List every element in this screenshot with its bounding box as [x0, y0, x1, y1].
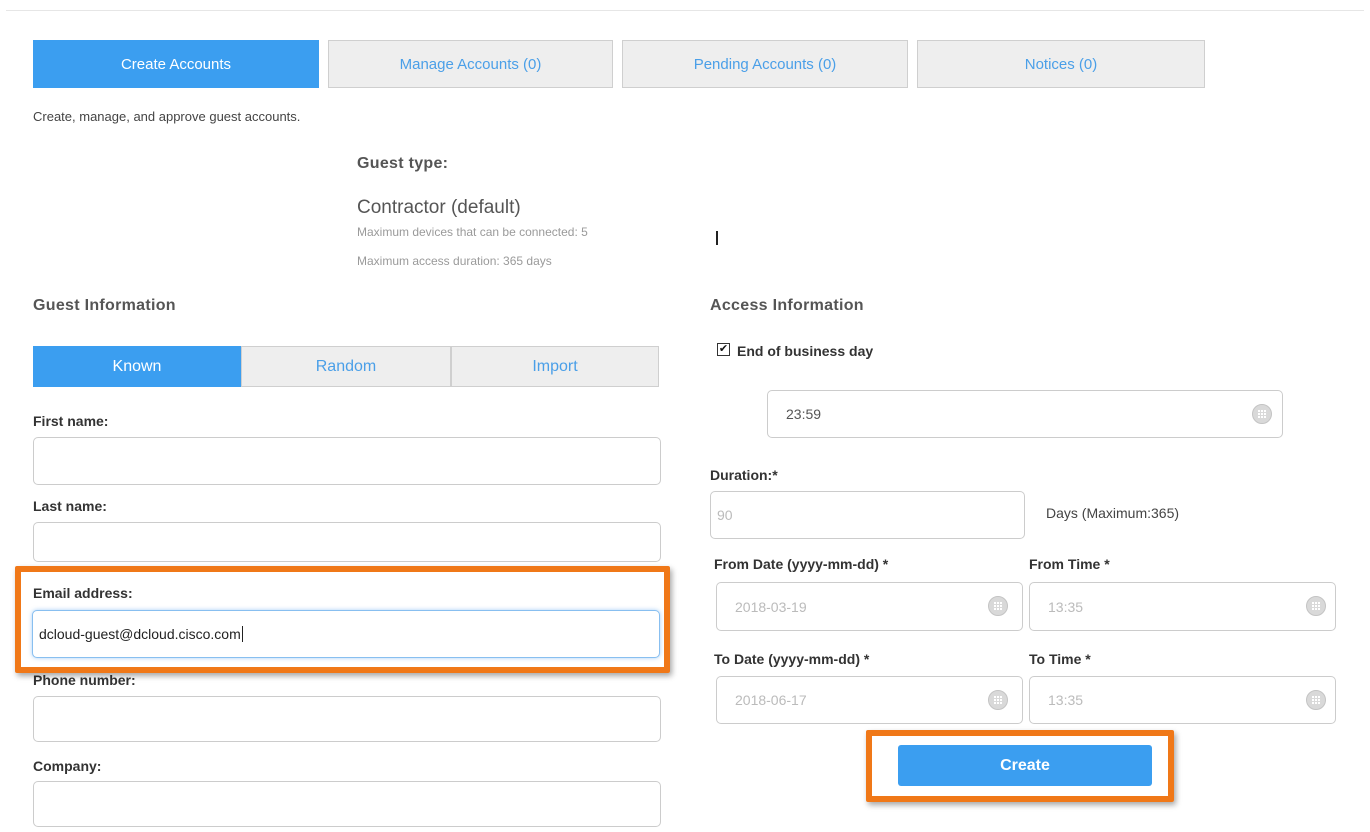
last-name-label: Last name:	[33, 498, 107, 514]
first-name-field[interactable]	[33, 437, 661, 485]
tab-manage-accounts[interactable]: Manage Accounts (0)	[328, 40, 613, 88]
tab-create-accounts[interactable]: Create Accounts	[33, 40, 319, 88]
subtab-import[interactable]: Import	[451, 346, 659, 387]
top-divider	[6, 10, 1364, 11]
first-name-label: First name:	[33, 413, 109, 429]
end-of-business-day-label: End of business day	[737, 343, 874, 359]
from-date-field[interactable]: 2018-03-19	[716, 582, 1023, 631]
guest-type-heading: Guest type:	[357, 155, 449, 172]
company-field[interactable]	[33, 781, 661, 827]
from-date-label: From Date (yyyy-mm-dd) *	[714, 556, 889, 572]
subtab-random[interactable]: Random	[241, 346, 451, 387]
subtab-known[interactable]: Known	[33, 346, 241, 387]
page-description: Create, manage, and approve guest accoun…	[33, 109, 301, 124]
to-date-field[interactable]: 2018-06-17	[716, 676, 1023, 724]
guest-type-value[interactable]: Contractor (default)	[357, 197, 521, 219]
clock-icon[interactable]	[1306, 690, 1326, 710]
create-button[interactable]: Create	[898, 745, 1152, 786]
to-date-label: To Date (yyyy-mm-dd) *	[714, 651, 870, 667]
last-name-field[interactable]	[33, 522, 661, 562]
calendar-icon[interactable]	[988, 596, 1008, 616]
to-time-field[interactable]: 13:35	[1029, 676, 1336, 724]
duration-note: Days (Maximum:365)	[1046, 505, 1180, 521]
phone-label: Phone number:	[33, 672, 136, 688]
to-time-label: To Time *	[1029, 651, 1091, 667]
from-time-label: From Time *	[1029, 556, 1110, 572]
clock-icon[interactable]	[1306, 596, 1326, 616]
max-devices-text: Maximum devices that can be connected: 5	[357, 225, 588, 239]
duration-field[interactable]: 90	[710, 491, 1025, 539]
text-cursor	[716, 231, 718, 245]
guest-information-heading: Guest Information	[33, 297, 176, 314]
max-duration-text: Maximum access duration: 365 days	[357, 254, 552, 268]
duration-label: Duration:*	[710, 467, 778, 483]
access-information-heading: Access Information	[710, 297, 864, 314]
end-time-field[interactable]: 23:59	[767, 390, 1283, 438]
tab-pending-accounts[interactable]: Pending Accounts (0)	[622, 40, 908, 88]
email-value: dcloud-guest@dcloud.cisco.com	[39, 626, 241, 642]
email-label: Email address:	[33, 585, 133, 601]
company-label: Company:	[33, 758, 102, 774]
text-caret	[241, 626, 243, 642]
phone-field[interactable]	[33, 696, 661, 742]
tab-notices[interactable]: Notices (0)	[917, 40, 1205, 88]
from-time-field[interactable]: 13:35	[1029, 582, 1336, 631]
calendar-icon[interactable]	[988, 690, 1008, 710]
email-field[interactable]: dcloud-guest@dcloud.cisco.com	[32, 610, 660, 658]
end-of-business-day-checkbox[interactable]: ✔	[717, 343, 730, 356]
clock-icon[interactable]	[1252, 404, 1272, 424]
